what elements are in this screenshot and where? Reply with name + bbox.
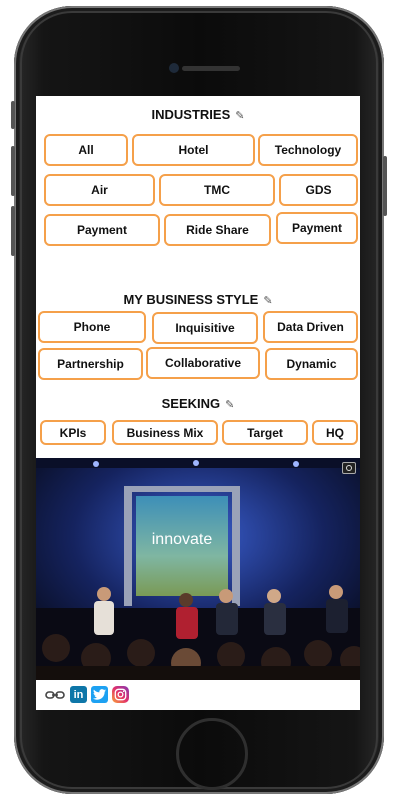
screen-text: innovate (152, 531, 213, 548)
link-icon[interactable] (44, 686, 66, 703)
chip-hotel[interactable]: Hotel (132, 134, 255, 166)
pencil-icon[interactable]: ✎ (225, 398, 234, 411)
chip-data-driven[interactable]: Data Driven (263, 311, 358, 343)
front-camera (169, 63, 179, 73)
chip-ride-share[interactable]: Ride Share (164, 214, 271, 246)
chip-gds[interactable]: GDS (279, 174, 358, 206)
earpiece-speaker (182, 66, 240, 71)
chip-business-mix[interactable]: Business Mix (112, 420, 218, 445)
chip-air[interactable]: Air (44, 174, 155, 206)
volume-up-button (11, 146, 15, 196)
camera-icon[interactable] (342, 462, 356, 474)
business-style-title-text: MY BUSINESS STYLE (123, 292, 259, 307)
mute-switch (11, 101, 15, 129)
event-photo: innovate (36, 458, 360, 680)
industries-title: INDUSTRIES ✎ (36, 107, 360, 122)
linkedin-text: in (73, 688, 84, 701)
chip-phone[interactable]: Phone (38, 311, 146, 343)
chip-hq[interactable]: HQ (312, 420, 358, 445)
chip-all[interactable]: All (44, 134, 128, 166)
industries-title-text: INDUSTRIES (151, 107, 231, 122)
chip-payment-2[interactable]: Payment (276, 212, 358, 244)
chip-kpis[interactable]: KPIs (40, 420, 106, 445)
linkedin-icon[interactable]: in (70, 686, 87, 703)
chip-payment[interactable]: Payment (44, 214, 160, 246)
seeking-title: SEEKING ✎ (36, 396, 360, 411)
social-links: in (44, 686, 129, 703)
chip-dynamic[interactable]: Dynamic (265, 348, 358, 380)
pencil-icon[interactable]: ✎ (235, 109, 244, 122)
business-style-title: MY BUSINESS STYLE ✎ (36, 292, 360, 307)
power-button (383, 156, 387, 216)
chip-technology[interactable]: Technology (258, 134, 358, 166)
phone-screen: INDUSTRIES ✎ All Hotel Technology Air TMC… (36, 96, 360, 710)
chip-collaborative[interactable]: Collaborative (146, 347, 260, 379)
chip-inquisitive[interactable]: Inquisitive (152, 312, 258, 344)
instagram-icon[interactable] (112, 686, 129, 703)
chip-tmc[interactable]: TMC (159, 174, 275, 206)
chip-target[interactable]: Target (222, 420, 308, 445)
twitter-icon[interactable] (91, 686, 108, 703)
event-photo-image: innovate (36, 458, 360, 680)
volume-down-button (11, 206, 15, 256)
home-button[interactable] (176, 718, 248, 790)
seeking-title-text: SEEKING (161, 396, 221, 411)
chip-partnership[interactable]: Partnership (38, 348, 143, 380)
pencil-icon[interactable]: ✎ (263, 294, 272, 307)
